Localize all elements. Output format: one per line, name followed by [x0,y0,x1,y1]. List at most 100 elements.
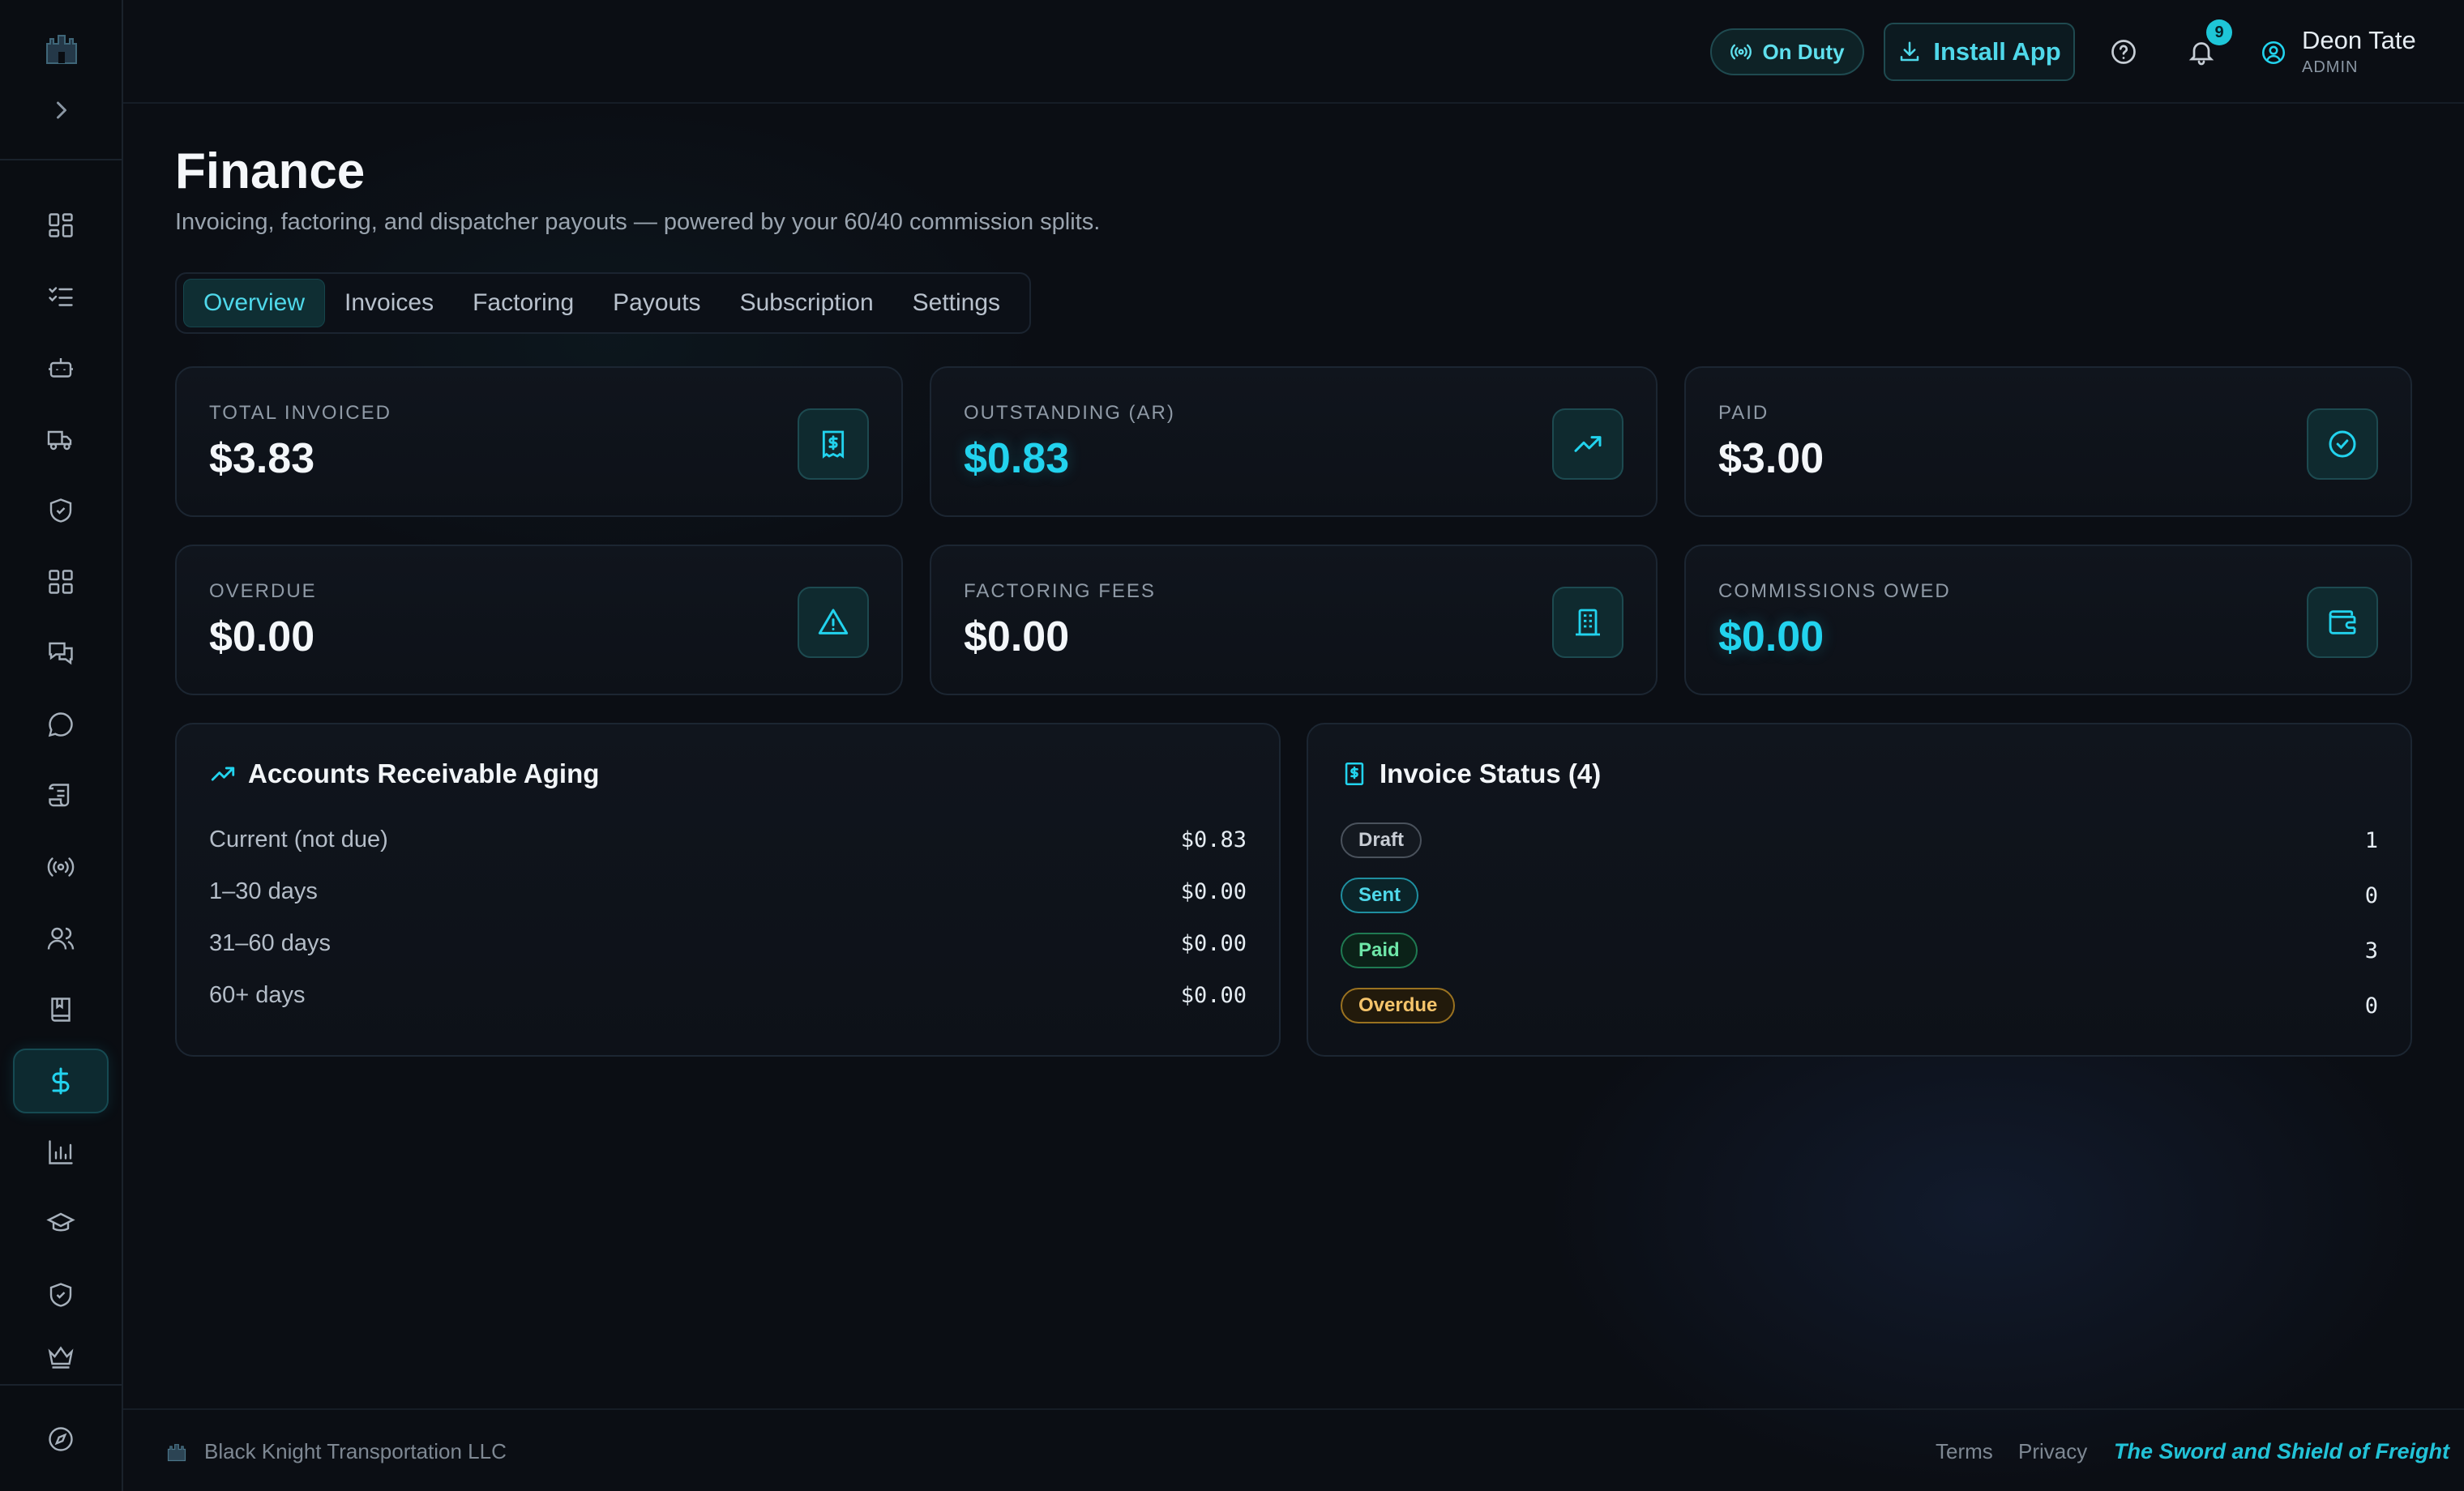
tab-settings[interactable]: Settings [893,280,1020,327]
truck-icon [47,430,72,451]
sidebar-item-broadcast[interactable] [13,835,109,899]
stat-card-total-invoiced: TOTAL INVOICED $3.83 [175,366,903,517]
list-item: Current (not due) $0.83 [209,826,1247,852]
trending-up-icon [1574,436,1602,452]
invoice-status-panel: Invoice Status (4) Draft 1 Sent 0 Paid 3… [1307,723,2412,1057]
sidebar-item-loads[interactable] [13,407,109,472]
footer-motto: The Sword and Shield of Freight [2114,1439,2450,1463]
stat-label: TOTAL INVOICED [209,402,391,424]
sidebar-item-messages[interactable] [13,621,109,686]
on-duty-label: On Duty [1762,39,1845,64]
shield-icon [49,1283,72,1307]
stat-value: $0.00 [209,613,315,660]
sidebar-item-book[interactable] [13,977,109,1042]
chat-bubble-icon [48,712,73,737]
dashboard-icon [49,213,73,237]
sidebar-item-dashboard[interactable] [13,193,109,258]
stat-card-paid: PAID $3.00 [1684,366,2412,517]
castle-logo-icon[interactable] [42,31,81,66]
stat-card-commissions-owed: COMMISSIONS OWED $0.00 [1684,545,2412,695]
stat-value: $3.00 [1718,435,1824,482]
sidebar-item-explore[interactable] [13,1407,109,1472]
building-icon [1576,609,1600,636]
on-duty-button[interactable]: On Duty [1710,28,1864,75]
checklist-icon [49,287,73,306]
sidebar [0,0,123,1491]
broadcast-icon [47,857,75,877]
status-badge-sent: Sent [1341,878,1419,913]
alert-triangle-icon [818,609,849,634]
sidebar-item-premium[interactable] [13,1334,109,1379]
page-title: Finance [175,143,366,199]
status-badge-draft: Draft [1341,822,1422,858]
stat-card-factoring-fees: FACTORING FEES $0.00 [930,545,1658,695]
check-circle-icon [2329,430,2356,458]
stat-label: COMMISSIONS OWED [1718,580,1951,602]
status-badge-overdue: Overdue [1341,988,1456,1023]
footer-company-name: Black Knight Transportation LLC [204,1439,507,1463]
stat-value: $0.00 [964,613,1070,660]
finance-tabs: Overview Invoices Factoring Payouts Subs… [175,272,1031,334]
sidebar-item-documents[interactable] [13,763,109,828]
scroll-icon [49,784,70,807]
stat-card-overdue: OVERDUE $0.00 [175,545,903,695]
footer: Black Knight Transportation LLC Terms Pr… [123,1408,2464,1491]
list-item: 60+ days $0.00 [209,981,1247,1008]
sidebar-item-training[interactable] [13,1191,109,1256]
tab-invoices[interactable]: Invoices [325,280,453,327]
ar-aging-title: Accounts Receivable Aging [248,758,600,788]
sidebar-item-users[interactable] [13,906,109,971]
tab-subscription[interactable]: Subscription [721,280,893,327]
stat-value: $0.83 [964,435,1070,482]
compass-icon [49,1427,73,1451]
sidebar-item-apps[interactable] [13,549,109,614]
bar-chart-icon [49,1140,73,1164]
messages-icon [49,642,73,665]
broadcast-icon [1730,44,1752,60]
trending-up-icon [211,767,235,781]
sidebar-item-bot[interactable] [13,335,109,400]
privacy-link[interactable]: Privacy [2018,1439,2087,1464]
apps-grid-icon [49,570,73,594]
sidebar-item-tasks[interactable] [13,264,109,329]
install-app-label: Install App [1933,37,2061,66]
receipt-dollar-icon [1345,762,1364,786]
page-subtitle: Invoicing, factoring, and dispatcher pay… [175,209,1101,235]
sidebar-item-analytics[interactable] [13,1120,109,1185]
crown-icon [48,1346,74,1369]
stat-label: PAID [1718,402,1769,424]
stat-label: FACTORING FEES [964,580,1156,602]
sidebar-item-finance[interactable] [13,1049,109,1113]
tab-overview[interactable]: Overview [183,279,326,327]
tab-factoring[interactable]: Factoring [453,280,593,327]
user-circle-icon[interactable] [2260,39,2287,66]
wallet-icon [2329,610,2356,634]
invoice-status-title: Invoice Status (4) [1380,758,1602,788]
sidebar-item-chat[interactable] [13,692,109,757]
list-item: 1–30 days $0.00 [209,878,1247,904]
sidebar-item-compliance[interactable] [13,478,109,543]
stat-label: OVERDUE [209,580,317,602]
chevron-right-icon[interactable] [47,96,76,125]
terms-link[interactable]: Terms [1936,1439,1993,1464]
graduation-cap-icon [46,1212,75,1232]
stat-label: OUTSTANDING (AR) [964,402,1175,424]
ar-aging-panel: Accounts Receivable Aging Current (not d… [175,723,1281,1057]
table-row: Paid 3 [1341,932,2378,969]
table-row: Sent 0 [1341,877,2378,914]
user-name[interactable]: Deon Tate [2302,26,2416,55]
table-row: Draft 1 [1341,822,2378,859]
install-app-button[interactable]: Install App [1884,23,2075,81]
stat-value: $0.00 [1718,613,1824,660]
table-row: Overdue 0 [1341,987,2378,1024]
help-circle-icon[interactable] [2109,37,2138,66]
stat-card-outstanding: OUTSTANDING (AR) $0.83 [930,366,1658,517]
tab-payouts[interactable]: Payouts [593,280,720,327]
status-badge-paid: Paid [1341,933,1418,968]
sidebar-item-security[interactable] [13,1262,109,1327]
notification-badge: 9 [2206,19,2232,45]
bot-icon [49,358,73,378]
dollar-icon [52,1067,70,1095]
shield-check-icon [49,498,72,523]
castle-logo-icon [167,1444,186,1462]
